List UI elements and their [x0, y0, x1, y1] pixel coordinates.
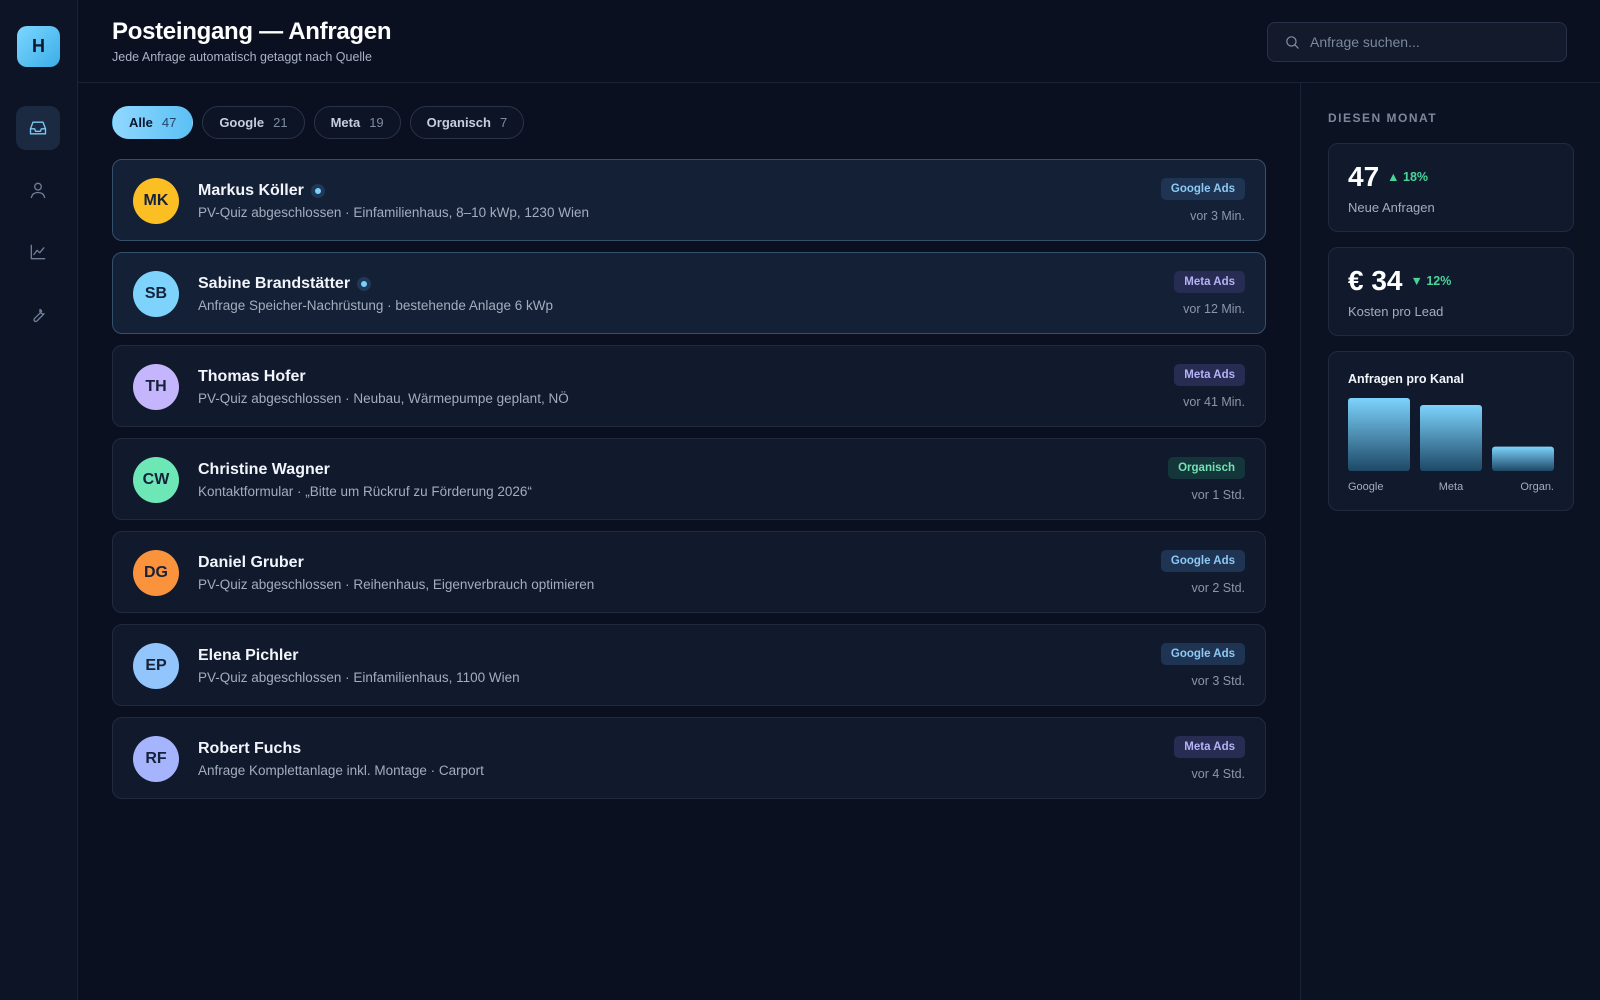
lead-time: vor 3 Min.: [1190, 209, 1245, 223]
lead-description: PV-Quiz abgeschlossen · Einfamilienhaus,…: [198, 670, 520, 685]
lead-row[interactable]: MK Markus Köller PV-Quiz abgeschlossen ·…: [112, 159, 1266, 241]
unread-dot-icon: [357, 277, 372, 291]
inbox-icon: [29, 121, 47, 135]
lead-description: PV-Quiz abgeschlossen · Reihenhaus, Eige…: [198, 577, 595, 592]
stat-value: 47: [1348, 161, 1380, 192]
lead-row[interactable]: EP Elena Pichler PV-Quiz abgeschlossen ·…: [112, 624, 1266, 706]
lead-name: Robert Fuchs: [198, 740, 302, 757]
chart-bar-organ: [1492, 446, 1554, 471]
source-badge: Meta Ads: [1174, 736, 1245, 758]
filter-tab-label: Alle: [129, 115, 153, 130]
stat-card-new-leads: 47 ▲ 18% Neue Anfragen: [1328, 143, 1574, 232]
chart-tick-label: Google: [1348, 481, 1383, 493]
chart-bar-meta: [1420, 404, 1482, 471]
lead-time: vor 1 Std.: [1191, 488, 1246, 502]
source-badge: Google Ads: [1160, 643, 1245, 665]
avatar: TH: [133, 364, 179, 410]
avatar: SB: [133, 271, 179, 317]
channel-chart-card: Anfragen pro Kanal Google Meta Organ.: [1328, 351, 1574, 511]
source-badge: Organisch: [1168, 457, 1245, 479]
lead-name: Daniel Gruber: [198, 554, 304, 571]
lead-description: Kontaktformular · „Bitte um Rückruf zu F…: [198, 484, 532, 499]
avatar: CW: [133, 457, 179, 503]
stats-panel: DIESEN MONAT 47 ▲ 18% Neue Anfragen € 34…: [1300, 83, 1600, 1000]
lead-name: Markus Köller: [198, 182, 304, 199]
filter-tab-organisch[interactable]: Organisch 7: [409, 106, 525, 139]
wrench-icon: [33, 308, 45, 323]
search-icon: [1286, 36, 1299, 49]
page-subtitle: Jede Anfrage automatisch getaggt nach Qu…: [112, 50, 372, 64]
chart-bar-google: [1348, 398, 1410, 471]
avatar: MK: [133, 178, 179, 224]
lead-row[interactable]: TH Thomas Hofer PV-Quiz abgeschlossen · …: [112, 345, 1266, 427]
lead-row[interactable]: DG Daniel Gruber PV-Quiz abgeschlossen ·…: [112, 531, 1266, 613]
filter-tab-count: 47: [161, 115, 177, 130]
lead-name: Elena Pichler: [198, 647, 299, 664]
filter-tab-label: Google: [219, 115, 265, 130]
sidebar-item-analytics[interactable]: [16, 230, 60, 274]
chart-tick-label: Organ.: [1520, 481, 1554, 493]
sidebar-item-inbox[interactable]: [16, 106, 60, 150]
lead-row[interactable]: CW Christine Wagner Kontaktformular · „B…: [112, 438, 1266, 520]
filter-tab-count: 21: [273, 115, 288, 130]
filter-tab-label: Organisch: [426, 115, 491, 130]
avatar: RF: [133, 736, 179, 782]
lead-description: Anfrage Speicher-Nachrüstung · bestehend…: [198, 298, 553, 313]
sidebar-item-contacts[interactable]: [16, 168, 60, 212]
lead-name: Sabine Brandstätter: [198, 275, 351, 292]
filter-tab-google[interactable]: Google 21: [202, 106, 305, 139]
page-title: Posteingang — Anfragen: [112, 18, 392, 45]
source-badge: Meta Ads: [1174, 364, 1245, 386]
lead-time: vor 2 Std.: [1191, 581, 1246, 595]
filter-tabs: Alle 47 Google 21 Meta 19 Organisch 7: [112, 106, 525, 139]
chart-tick-label: Meta: [1439, 481, 1464, 493]
lead-time: vor 41 Min.: [1183, 395, 1245, 409]
app-logo[interactable]: H: [17, 26, 60, 67]
lead-name: Christine Wagner: [198, 461, 330, 478]
sidebar: H: [0, 0, 78, 1000]
lead-time: vor 4 Std.: [1191, 767, 1246, 781]
stat-delta: ▼ 12%: [1410, 274, 1452, 288]
channel-bar-chart: Google Meta Organ.: [1348, 398, 1554, 493]
lead-name: Thomas Hofer: [198, 368, 306, 385]
unread-dot-icon: [310, 184, 325, 198]
stat-label: Kosten pro Lead: [1348, 304, 1444, 319]
stat-value: € 34: [1348, 265, 1403, 296]
section-label: DIESEN MONAT: [1328, 111, 1438, 125]
lead-time: vor 3 Std.: [1191, 674, 1246, 688]
source-badge: Google Ads: [1160, 178, 1245, 200]
stat-delta: ▲ 18%: [1387, 170, 1429, 184]
stat-card-cost-per-lead: € 34 ▼ 12% Kosten pro Lead: [1328, 247, 1574, 336]
filter-tab-meta[interactable]: Meta 19: [313, 106, 401, 139]
lead-description: PV-Quiz abgeschlossen · Einfamilienhaus,…: [198, 205, 589, 220]
filter-tab-alle[interactable]: Alle 47: [112, 106, 194, 139]
stat-label: Neue Anfragen: [1348, 200, 1435, 215]
lead-description: Anfrage Komplettanlage inkl. Montage · C…: [198, 763, 484, 778]
source-badge: Google Ads: [1160, 550, 1245, 572]
filter-tab-count: 7: [499, 115, 508, 130]
filter-tab-count: 19: [369, 115, 384, 130]
chart-line-icon: [30, 244, 46, 260]
sidebar-item-tools[interactable]: [16, 292, 60, 336]
lead-time: vor 12 Min.: [1183, 302, 1245, 316]
search-input[interactable]: [1310, 23, 1560, 61]
header: Posteingang — Anfragen Jede Anfrage auto…: [78, 0, 1600, 83]
lead-list: MK Markus Köller PV-Quiz abgeschlossen ·…: [112, 159, 1266, 810]
user-icon: [30, 182, 46, 199]
source-badge: Meta Ads: [1174, 271, 1245, 293]
filter-tab-label: Meta: [330, 115, 361, 130]
lead-row[interactable]: SB Sabine Brandstätter Anfrage Speicher-…: [112, 252, 1266, 334]
search-box[interactable]: [1267, 22, 1567, 62]
lead-description: PV-Quiz abgeschlossen · Neubau, Wärmepum…: [198, 391, 569, 406]
avatar: EP: [133, 643, 179, 689]
lead-row[interactable]: RF Robert Fuchs Anfrage Komplettanlage i…: [112, 717, 1266, 799]
avatar: DG: [133, 550, 179, 596]
